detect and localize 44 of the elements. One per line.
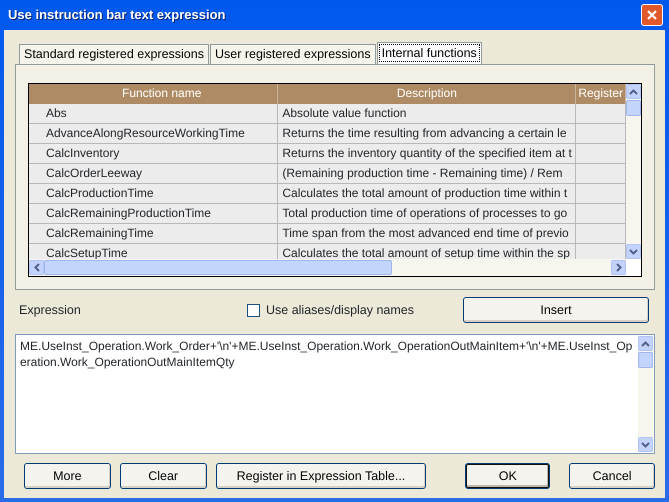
table-cell: Returns the time resulting from advancing a certain le — [278, 124, 576, 144]
tab[interactable]: User registered expressions — [210, 44, 376, 64]
vertical-scrollbar[interactable] — [638, 336, 653, 452]
button[interactable]: OK — [465, 463, 550, 489]
table-cell: AdvanceAlongResourceWorkingTime — [29, 124, 278, 144]
button[interactable]: More — [24, 463, 111, 489]
button[interactable]: Cancel — [569, 463, 655, 489]
checkbox-label: Use aliases/display names — [266, 302, 414, 319]
scroll-thumb[interactable] — [44, 260, 392, 275]
table-cell — [576, 184, 626, 204]
table-cell: Returns the inventory quantity of the specified item at t — [278, 144, 576, 164]
table-cell: CalcInventory — [29, 144, 278, 164]
table-cell: CalcRemainingTime — [29, 224, 278, 244]
table-cell: Abs — [29, 104, 278, 124]
vertical-scrollbar[interactable] — [626, 84, 641, 259]
table-cell: (Remaining production time - Remaining time) / Rem — [278, 164, 576, 184]
close-button[interactable] — [641, 4, 663, 26]
tab[interactable]: Internal functions — [376, 42, 482, 64]
table-cell: CalcOrderLeeway — [29, 164, 278, 184]
table-cell — [576, 164, 626, 184]
table-cell — [576, 124, 626, 144]
expression-field[interactable]: ME.UseInst_Operation.Work_Order+'\n'+ME.UseInst_Operation.Work_OperationOutMainItem+'\n'+ME.UseInst_Operation.Work_OperationOutMainItemQty — [15, 334, 655, 454]
table-cell — [576, 244, 626, 259]
table-cell: Time span from the most advanced end time of previo — [278, 224, 576, 244]
scroll-thumb[interactable] — [626, 100, 641, 116]
table-cell: CalcProductionTime — [29, 184, 278, 204]
expression-label: Expression — [18, 302, 82, 319]
table-cell — [576, 144, 626, 164]
table-cell: CalcRemainingProductionTime — [29, 204, 278, 224]
table-cell — [576, 204, 626, 224]
button[interactable]: Clear — [120, 463, 206, 489]
table-cell: Calculates the total amount of production time within t — [278, 184, 576, 204]
insert-button[interactable]: Insert — [463, 297, 649, 323]
close-icon — [646, 9, 658, 21]
table-cell — [576, 224, 626, 244]
scroll-thumb[interactable] — [638, 352, 653, 368]
button[interactable]: Register in Expression Table... — [216, 463, 426, 489]
table-cell: Absolute value function — [278, 104, 576, 124]
checkbox[interactable] — [247, 304, 260, 316]
window-title: Use instruction bar text expression — [8, 6, 226, 24]
tab[interactable]: Standard registered expressions — [19, 44, 209, 64]
table-cell — [576, 104, 626, 124]
table-cell: Total production time of operations of processes to go — [278, 204, 576, 224]
horizontal-scrollbar[interactable] — [29, 259, 626, 276]
